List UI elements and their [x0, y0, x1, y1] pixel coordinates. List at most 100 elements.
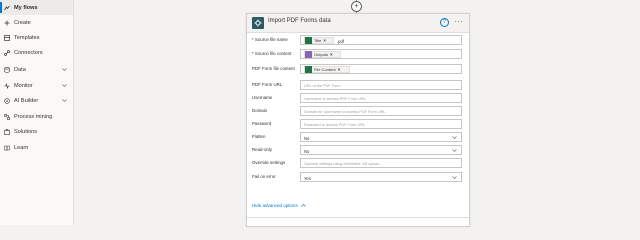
field-pdf-form-url: PDF Form URL URL of the PDF Form — [247, 80, 469, 92]
nav-label: Data — [14, 66, 26, 73]
monitor-icon — [4, 82, 10, 89]
password-input[interactable]: Password to access PDF Form URL — [300, 119, 462, 129]
action-card-header[interactable]: Import PDF Forms data ? ··· — [247, 14, 469, 33]
nav-item-ai-builder[interactable]: AI Builder — [0, 93, 73, 108]
token-label: Outputs — [314, 52, 329, 57]
pdf-form-url-input[interactable]: URL of the PDF Form — [300, 80, 462, 90]
token-label: File Content — [314, 67, 336, 72]
data-icon — [4, 66, 10, 73]
field-label: Override settings — [252, 160, 286, 165]
placeholder: Optional settings using Muhimbi's 'Alt' … — [304, 161, 380, 166]
nav-label: My flows — [14, 4, 38, 11]
nav-item-solutions[interactable]: Solutions — [0, 124, 73, 139]
nav-item-learn[interactable]: Learn — [0, 140, 73, 155]
selected-value: No — [304, 148, 310, 154]
field-label: * Source file name — [252, 37, 288, 42]
nav-item-my-flows[interactable]: My flows — [0, 0, 73, 15]
field-password: Password Password to access PDF Form URL — [247, 119, 469, 131]
source-file-name-input[interactable]: Title × .pdf — [300, 35, 462, 45]
nav-item-connectors[interactable]: Connectors — [0, 45, 73, 60]
source-file-content-input[interactable]: Outputs × — [300, 49, 462, 59]
domain-input[interactable]: Domain for Username to access PDF Form U… — [300, 106, 462, 116]
flow-icon — [4, 5, 10, 11]
chevron-down-icon[interactable] — [62, 83, 67, 88]
field-label: PDF Form URL — [252, 82, 283, 87]
placeholder: Password to access PDF Form URL — [304, 122, 365, 127]
field-label: Domain — [252, 108, 268, 113]
nav-label: Templates — [14, 34, 40, 41]
nav-item-monitor[interactable]: Monitor — [0, 78, 73, 93]
nav-label: Learn — [14, 144, 29, 151]
nav-item-create[interactable]: Create — [0, 15, 73, 30]
chevron-down-icon[interactable] — [62, 67, 67, 72]
username-input[interactable]: Username to access PDF Form URL — [300, 93, 462, 103]
hide-advanced-options-link[interactable]: Hide advanced options — [252, 203, 306, 208]
nav-label: Monitor — [14, 82, 33, 89]
remove-token-icon[interactable]: × — [330, 52, 333, 57]
remove-token-icon[interactable]: × — [338, 67, 341, 72]
field-label: Fail on error — [252, 174, 276, 179]
flatten-dropdown[interactable]: No — [300, 132, 462, 142]
flow-canvas: + Import PDF Forms data ? ··· * Source f… — [74, 0, 640, 227]
placeholder: Username to access PDF Form URL — [304, 96, 366, 101]
nav-label: AI Builder — [14, 97, 39, 104]
action-card-import-pdf-forms: Import PDF Forms data ? ··· * Source fil… — [246, 13, 470, 227]
nav-label: Connectors — [14, 49, 43, 56]
plus-icon — [4, 20, 10, 26]
compose-icon — [305, 51, 312, 58]
nav-label: Solutions — [14, 128, 38, 135]
selected-value: No — [304, 135, 310, 141]
nav-label: Process mining — [14, 113, 53, 120]
field-username: Username Username to access PDF Form URL — [247, 93, 469, 105]
dynamic-token-file-content[interactable]: File Content × — [304, 66, 350, 73]
solutions-icon — [4, 128, 10, 135]
nav-label: Create — [14, 19, 31, 26]
chevron-down-icon — [452, 175, 457, 180]
field-flatten: Flatten No — [247, 132, 469, 144]
muhimbi-connector-icon — [252, 17, 264, 29]
field-source-file-content: * Source file content Outputs × — [247, 49, 469, 61]
field-read-only: Read-only No — [247, 145, 469, 157]
card-divider — [247, 217, 469, 218]
excel-icon — [305, 37, 312, 44]
learn-icon — [4, 145, 10, 151]
field-label: PDF Form file content — [252, 66, 295, 71]
read-only-dropdown[interactable]: No — [300, 145, 462, 155]
fail-on-error-dropdown[interactable]: Yes — [300, 172, 462, 182]
templates-icon — [4, 34, 10, 41]
more-options-icon[interactable]: ··· — [454, 17, 464, 26]
hide-advanced-label: Hide advanced options — [252, 203, 298, 208]
process-mining-icon — [4, 113, 10, 120]
excel-icon — [305, 66, 312, 73]
add-step-button[interactable]: + — [351, 1, 362, 12]
file-extension-text: .pdf — [337, 38, 344, 44]
field-label: Password — [252, 121, 272, 126]
field-pdf-form-file-content: PDF Form file content File Content × — [247, 64, 469, 76]
left-nav: My flows Create Templates Connectors Dat… — [0, 0, 74, 225]
field-override-settings: Override settings Optional settings usin… — [247, 158, 469, 170]
help-icon[interactable]: ? — [440, 18, 449, 27]
field-source-file-name: * Source file name Title × .pdf — [247, 35, 469, 47]
chevron-down-icon — [452, 135, 457, 140]
field-label: Username — [252, 95, 273, 100]
nav-item-process-mining[interactable]: Process mining — [0, 109, 73, 124]
selected-value: Yes — [304, 175, 311, 181]
action-title: Import PDF Forms data — [268, 18, 331, 24]
nav-item-data[interactable]: Data — [0, 62, 73, 77]
ai-builder-icon — [4, 97, 10, 104]
override-settings-input[interactable]: Optional settings using Muhimbi's 'Alt' … — [300, 158, 462, 168]
remove-token-icon[interactable]: × — [323, 38, 326, 43]
field-label: Read-only — [252, 147, 273, 152]
connectors-icon — [4, 49, 10, 56]
placeholder: Domain for Username to access PDF Form U… — [304, 109, 386, 114]
token-label: Title — [314, 38, 322, 43]
chevron-down-icon[interactable] — [62, 98, 67, 103]
dynamic-token-title[interactable]: Title × — [304, 37, 334, 44]
dynamic-token-outputs[interactable]: Outputs × — [304, 51, 341, 58]
placeholder: URL of the PDF Form — [304, 83, 341, 88]
field-label: Flatten — [252, 134, 266, 139]
field-fail-on-error: Fail on error Yes — [247, 172, 469, 184]
nav-item-templates[interactable]: Templates — [0, 30, 73, 45]
field-label: * Source file content — [252, 51, 292, 56]
pdf-form-file-content-input[interactable]: File Content × — [300, 64, 462, 74]
